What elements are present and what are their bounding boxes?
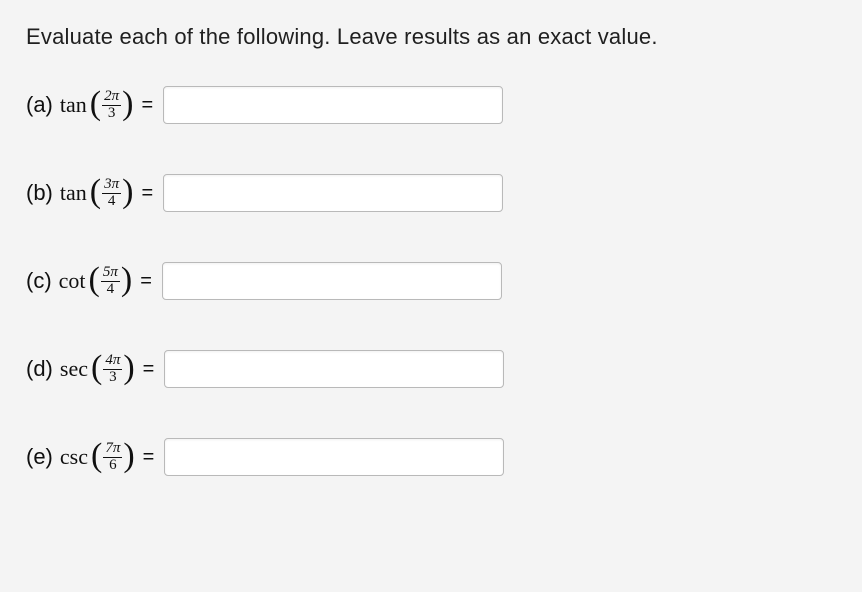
numerator: 4π bbox=[103, 353, 122, 370]
subpart-b: (b) tan ( 3π 4 ) = bbox=[26, 174, 836, 212]
part-label: (a) bbox=[26, 92, 53, 118]
argument: ( 7π 6 ) bbox=[91, 440, 135, 474]
equals-sign: = bbox=[141, 94, 153, 117]
function-name: tan bbox=[60, 92, 87, 118]
argument: ( 3π 4 ) bbox=[90, 176, 134, 210]
left-paren-icon: ( bbox=[91, 351, 102, 385]
part-label: (b) bbox=[26, 180, 53, 206]
fraction: 7π 6 bbox=[103, 441, 122, 474]
left-paren-icon: ( bbox=[89, 263, 100, 297]
answer-input-d[interactable] bbox=[164, 350, 504, 388]
part-label: (e) bbox=[26, 444, 53, 470]
fraction: 2π 3 bbox=[102, 89, 121, 122]
numerator: 3π bbox=[102, 177, 121, 194]
denominator: 3 bbox=[106, 106, 118, 122]
right-paren-icon: ) bbox=[123, 351, 134, 385]
left-paren-icon: ( bbox=[90, 87, 101, 121]
question-prompt: Evaluate each of the following. Leave re… bbox=[26, 24, 836, 50]
argument: ( 4π 3 ) bbox=[91, 352, 135, 386]
numerator: 7π bbox=[103, 441, 122, 458]
function-name: tan bbox=[60, 180, 87, 206]
part-label: (d) bbox=[26, 356, 53, 382]
denominator: 3 bbox=[107, 370, 119, 386]
subpart-a: (a) tan ( 2π 3 ) = bbox=[26, 86, 836, 124]
denominator: 4 bbox=[106, 194, 118, 210]
right-paren-icon: ) bbox=[122, 175, 133, 209]
numerator: 5π bbox=[101, 265, 120, 282]
subpart-d: (d) sec ( 4π 3 ) = bbox=[26, 350, 836, 388]
answer-input-e[interactable] bbox=[164, 438, 504, 476]
equals-sign: = bbox=[140, 270, 152, 293]
function-name: csc bbox=[60, 444, 88, 470]
numerator: 2π bbox=[102, 89, 121, 106]
right-paren-icon: ) bbox=[121, 263, 132, 297]
denominator: 6 bbox=[107, 458, 119, 474]
equals-sign: = bbox=[143, 358, 155, 381]
part-label: (c) bbox=[26, 268, 52, 294]
argument: ( 2π 3 ) bbox=[90, 88, 134, 122]
fraction: 3π 4 bbox=[102, 177, 121, 210]
right-paren-icon: ) bbox=[122, 87, 133, 121]
subpart-c: (c) cot ( 5π 4 ) = bbox=[26, 262, 836, 300]
subpart-e: (e) csc ( 7π 6 ) = bbox=[26, 438, 836, 476]
function-name: cot bbox=[59, 268, 86, 294]
left-paren-icon: ( bbox=[91, 439, 102, 473]
answer-input-a[interactable] bbox=[163, 86, 503, 124]
fraction: 4π 3 bbox=[103, 353, 122, 386]
right-paren-icon: ) bbox=[123, 439, 134, 473]
left-paren-icon: ( bbox=[90, 175, 101, 209]
equals-sign: = bbox=[143, 446, 155, 469]
answer-input-c[interactable] bbox=[162, 262, 502, 300]
denominator: 4 bbox=[105, 282, 117, 298]
fraction: 5π 4 bbox=[101, 265, 120, 298]
argument: ( 5π 4 ) bbox=[89, 264, 133, 298]
function-name: sec bbox=[60, 356, 88, 382]
question-container: Evaluate each of the following. Leave re… bbox=[0, 0, 862, 592]
answer-input-b[interactable] bbox=[163, 174, 503, 212]
equals-sign: = bbox=[141, 182, 153, 205]
